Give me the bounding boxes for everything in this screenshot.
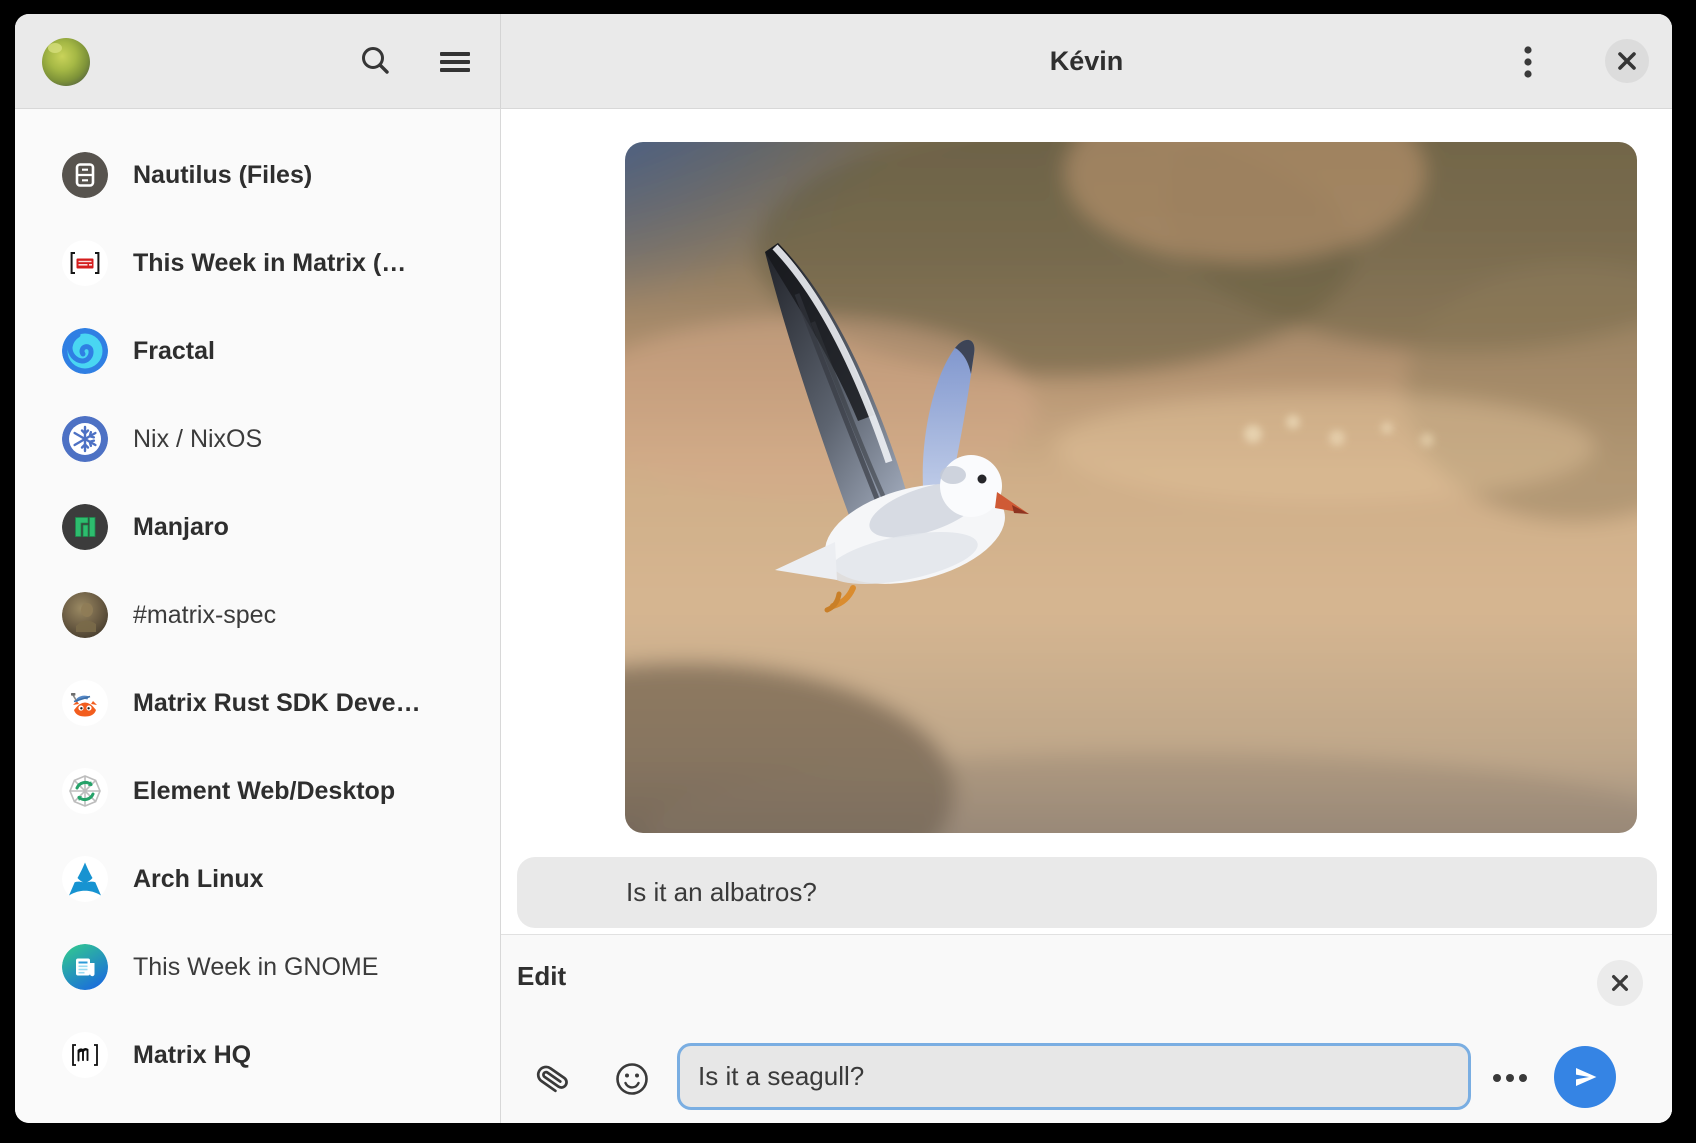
sidebar-item-arch[interactable]: Arch Linux: [15, 835, 500, 923]
edit-panel: Edit: [501, 934, 1672, 1123]
headerbar: Kévin: [15, 14, 1672, 109]
content: Nautilus (Files) This Week in Matrix (…: [15, 109, 1672, 1123]
sidebar-item-nixos[interactable]: Nix / NixOS: [15, 395, 500, 483]
sidebar-item-twig[interactable]: This Week in GNOME: [15, 923, 500, 1011]
room-menu-button[interactable]: [1508, 42, 1548, 82]
sidebar-item-element[interactable]: Element Web/Desktop: [15, 747, 500, 835]
room-name: Matrix Rust SDK Deve…: [133, 689, 421, 718]
sidebar-header: [15, 14, 501, 108]
room-name: This Week in Matrix (…: [133, 249, 406, 278]
search-icon: [358, 44, 394, 80]
hamburger-menu-icon: [437, 44, 473, 80]
room-avatar-twig: [62, 944, 108, 990]
seagull-photo: [625, 142, 1637, 833]
message-history: Is it an albatros?: [501, 109, 1672, 934]
send-button[interactable]: [1554, 1046, 1616, 1108]
sidebar-item-nautilus[interactable]: Nautilus (Files): [15, 131, 500, 219]
window-close-button[interactable]: [1605, 39, 1649, 83]
message-input[interactable]: [677, 1043, 1471, 1110]
chat-panel: Is it an albatros? Edit: [501, 109, 1672, 1123]
room-avatar-nixos: [62, 416, 108, 462]
sidebar-item-matrix-hq[interactable]: Matrix HQ: [15, 1011, 500, 1099]
close-icon: [1610, 973, 1630, 993]
send-icon: [1570, 1062, 1600, 1092]
sidebar-item-twim[interactable]: This Week in Matrix (…: [15, 219, 500, 307]
room-name: Element Web/Desktop: [133, 777, 395, 806]
more-options-button[interactable]: [1488, 1056, 1532, 1100]
room-avatar-fractal: [62, 328, 108, 374]
room-name: Manjaro: [133, 513, 229, 542]
room-avatar-arch: [62, 856, 108, 902]
sidebar-item-manjaro[interactable]: Manjaro: [15, 483, 500, 571]
smiley-icon: [614, 1061, 650, 1097]
cancel-edit-button[interactable]: [1597, 960, 1643, 1006]
room-name: Matrix HQ: [133, 1041, 251, 1070]
main-menu-button[interactable]: [435, 42, 475, 82]
room-avatar-element: [62, 768, 108, 814]
paperclip-icon: [533, 1060, 571, 1098]
ellipsis-icon: [1488, 1056, 1532, 1100]
room-avatar-matrix-spec: [62, 592, 108, 638]
room-name: Fractal: [133, 337, 215, 366]
message-text: Is it an albatros?: [517, 877, 817, 908]
sidebar-item-matrix-spec[interactable]: #matrix-spec: [15, 571, 500, 659]
account-avatar[interactable]: [42, 38, 90, 86]
room-avatar-manjaro: [62, 504, 108, 550]
room-name: This Week in GNOME: [133, 953, 378, 982]
close-icon: [1616, 50, 1638, 72]
text-message-bubble[interactable]: Is it an albatros?: [517, 857, 1657, 928]
kebab-menu-icon: [1510, 44, 1546, 80]
sidebar-item-fractal[interactable]: Fractal: [15, 307, 500, 395]
room-name: Nautilus (Files): [133, 161, 312, 190]
room-avatar-nautilus: [62, 152, 108, 198]
page-title: Kévin: [1050, 46, 1124, 77]
main-header: Kévin: [501, 14, 1672, 108]
fractal-window: Kévin: [15, 14, 1672, 1123]
attach-file-button[interactable]: [530, 1057, 574, 1101]
room-name: Nix / NixOS: [133, 425, 262, 454]
room-name: Arch Linux: [133, 865, 264, 894]
sidebar-item-rust-sdk[interactable]: Matrix Rust SDK Deve…: [15, 659, 500, 747]
search-button[interactable]: [356, 42, 396, 82]
room-avatar-twim: [62, 240, 108, 286]
image-message[interactable]: [625, 142, 1637, 833]
room-avatar-rust-sdk: [62, 680, 108, 726]
emoji-button[interactable]: [610, 1057, 654, 1101]
room-list: Nautilus (Files) This Week in Matrix (…: [15, 109, 501, 1123]
edit-label: Edit: [517, 961, 566, 992]
room-name: #matrix-spec: [133, 601, 276, 630]
room-avatar-matrix-hq: [62, 1032, 108, 1078]
